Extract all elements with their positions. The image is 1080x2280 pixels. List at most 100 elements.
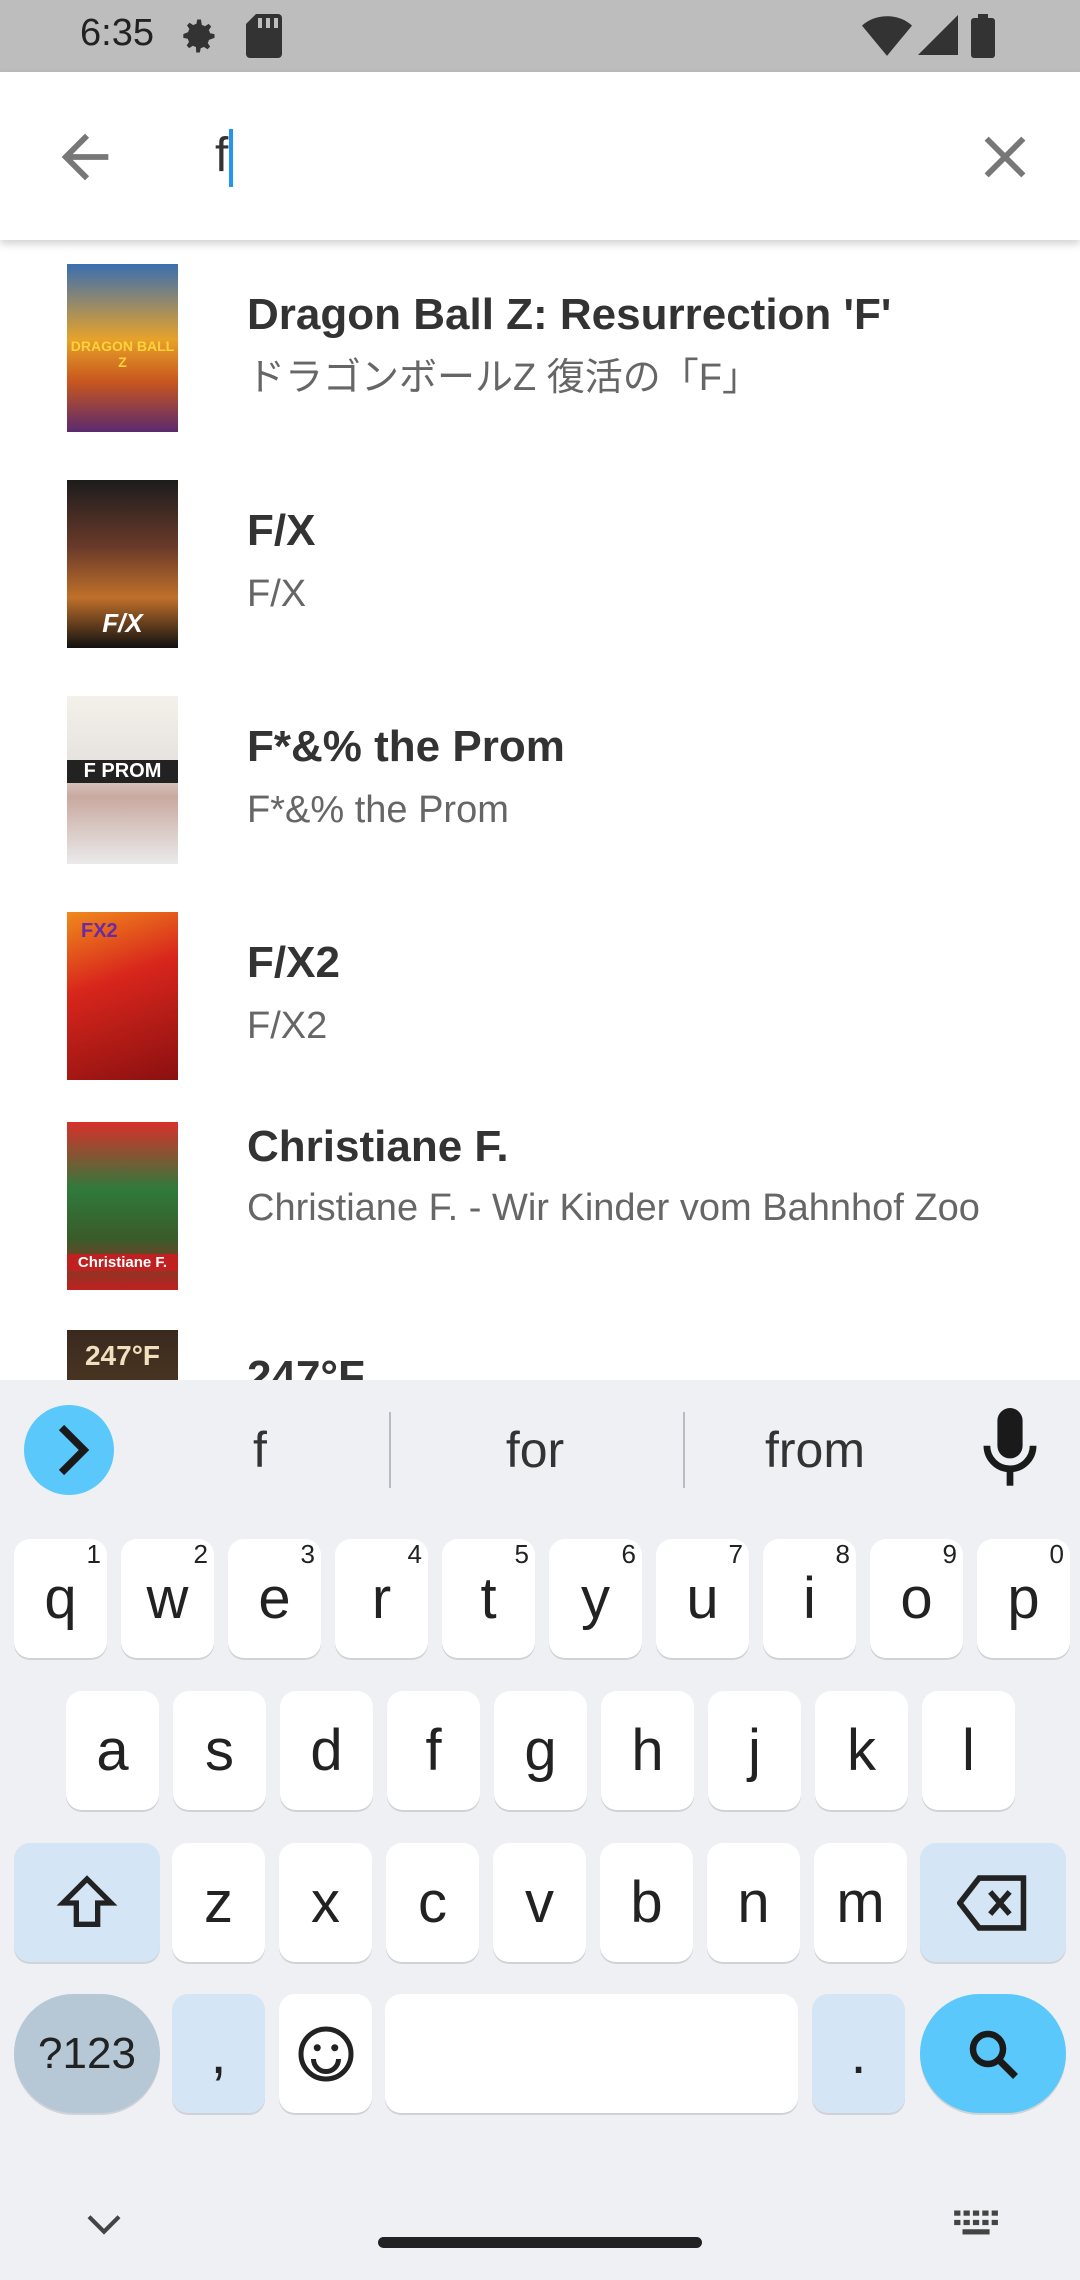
key-z[interactable]: z [172, 1843, 265, 1962]
key-m[interactable]: m [814, 1843, 907, 1962]
key-number-hint: 4 [407, 1539, 422, 1569]
result-item[interactable]: 247°F 247°F [0, 1330, 1080, 1380]
movie-poster: F PROM [67, 696, 178, 864]
key-label: y [581, 1566, 610, 1631]
key-h[interactable]: h [601, 1691, 694, 1810]
key-s[interactable]: s [173, 1691, 266, 1810]
suggestions-expand-button[interactable] [24, 1405, 114, 1495]
symbols-key-label: ?123 [38, 2029, 136, 2078]
period-key-label: . [850, 2021, 867, 2086]
search-query-text: f [215, 129, 229, 182]
poster-title-art: 247°F [84, 1340, 161, 1371]
key-label: m [836, 1870, 885, 1935]
key-c[interactable]: c [386, 1843, 479, 1962]
key-g[interactable]: g [494, 1691, 587, 1810]
poster-title-art: F PROM [67, 760, 178, 783]
key-o[interactable]: o9 [870, 1539, 963, 1658]
key-label: i [803, 1566, 816, 1631]
key-d[interactable]: d [280, 1691, 373, 1810]
result-subtitle: F/X2 [247, 1005, 328, 1047]
symbols-key[interactable]: ?123 [14, 1994, 160, 2113]
result-item[interactable]: DRAGON BALL Z Dragon Ball Z: Resurrectio… [0, 240, 1080, 456]
space-key[interactable] [385, 1994, 798, 2113]
status-time: 6:35 [80, 12, 154, 54]
hide-keyboard-chevron-icon[interactable] [84, 2210, 124, 2240]
result-item[interactable]: F/X F/X F/X [0, 456, 1080, 672]
navigation-bar [0, 2180, 1080, 2280]
key-e[interactable]: e3 [228, 1539, 321, 1658]
key-label: n [737, 1870, 770, 1935]
close-icon[interactable] [970, 122, 1040, 192]
key-v[interactable]: v [493, 1843, 586, 1962]
movie-poster: Christiane F. [67, 1122, 178, 1290]
key-q[interactable]: q1 [14, 1539, 107, 1658]
key-n[interactable]: n [707, 1843, 800, 1962]
result-item[interactable]: Christiane F. Christiane F. Christiane F… [0, 1098, 1080, 1348]
key-number-hint: 0 [1049, 1539, 1064, 1569]
key-number-hint: 7 [728, 1539, 743, 1569]
shift-key[interactable] [14, 1843, 160, 1962]
key-p[interactable]: p0 [977, 1539, 1070, 1658]
text-cursor [229, 129, 234, 188]
key-number-hint: 5 [514, 1539, 529, 1569]
result-title: F/X2 [247, 938, 340, 987]
sd-card-icon [246, 14, 282, 58]
suggestion-chip[interactable]: f [160, 1420, 360, 1480]
home-gesture-bar[interactable] [378, 2237, 702, 2248]
comma-key[interactable]: , [172, 1994, 265, 2113]
result-item[interactable]: F PROM F*&% the Prom F*&% the Prom [0, 672, 1080, 888]
key-i[interactable]: i8 [763, 1539, 856, 1658]
key-t[interactable]: t5 [442, 1539, 535, 1658]
movie-poster: DRAGON BALL Z [67, 264, 178, 432]
emoji-key[interactable] [279, 1994, 372, 2113]
result-title: Christiane F. [247, 1122, 509, 1171]
key-j[interactable]: j [708, 1691, 801, 1810]
key-number-hint: 6 [621, 1539, 636, 1569]
wifi-icon [862, 16, 912, 56]
movie-poster: F/X [67, 480, 178, 648]
signal-icon [918, 15, 958, 55]
backspace-key[interactable] [920, 1843, 1066, 1962]
key-f[interactable]: f [387, 1691, 480, 1810]
key-w[interactable]: w2 [121, 1539, 214, 1658]
chevron-right-icon [58, 1424, 90, 1476]
key-number-hint: 9 [942, 1539, 957, 1569]
key-k[interactable]: k [815, 1691, 908, 1810]
battery-icon [971, 14, 995, 58]
result-title: 247°F [247, 1352, 365, 1380]
result-subtitle: ドラゴンボールZ 復活の「F」 [247, 357, 760, 399]
search-input[interactable]: f [215, 124, 234, 188]
settings-gear-icon [183, 19, 215, 53]
poster-title-art: F/X [102, 608, 143, 638]
key-label: s [205, 1718, 234, 1783]
suggestion-chip[interactable]: for [420, 1420, 650, 1480]
key-label: p [1007, 1566, 1040, 1631]
result-subtitle: F/X [247, 573, 307, 615]
key-u[interactable]: u7 [656, 1539, 749, 1658]
arrow-back-icon[interactable] [50, 122, 120, 192]
result-title: Dragon Ball Z: Resurrection 'F' [247, 290, 892, 339]
key-b[interactable]: b [600, 1843, 693, 1962]
key-y[interactable]: y6 [549, 1539, 642, 1658]
result-subtitle: F*&% the Prom [247, 789, 509, 831]
key-label: r [371, 1566, 392, 1631]
keyboard-switch-icon[interactable] [950, 2206, 1000, 2240]
emoji-icon [298, 2026, 353, 2082]
key-l[interactable]: l [922, 1691, 1015, 1810]
result-title: F*&% the Prom [247, 722, 565, 771]
search-key[interactable] [920, 1994, 1066, 2113]
key-label: v [525, 1870, 554, 1935]
period-key[interactable]: . [812, 1994, 905, 2113]
suggestion-chip[interactable]: from [700, 1420, 930, 1480]
key-number-hint: 8 [835, 1539, 850, 1569]
key-r[interactable]: r4 [335, 1539, 428, 1658]
key-number-hint: 2 [193, 1539, 208, 1569]
movie-poster: 247°F [67, 1330, 178, 1380]
key-x[interactable]: x [279, 1843, 372, 1962]
backspace-icon [956, 1875, 1027, 1931]
key-number-hint: 3 [300, 1539, 315, 1569]
microphone-icon[interactable] [980, 1408, 1040, 1492]
key-label: z [204, 1870, 233, 1935]
key-a[interactable]: a [66, 1691, 159, 1810]
result-item[interactable]: FX2 F/X2 F/X2 [0, 888, 1080, 1098]
